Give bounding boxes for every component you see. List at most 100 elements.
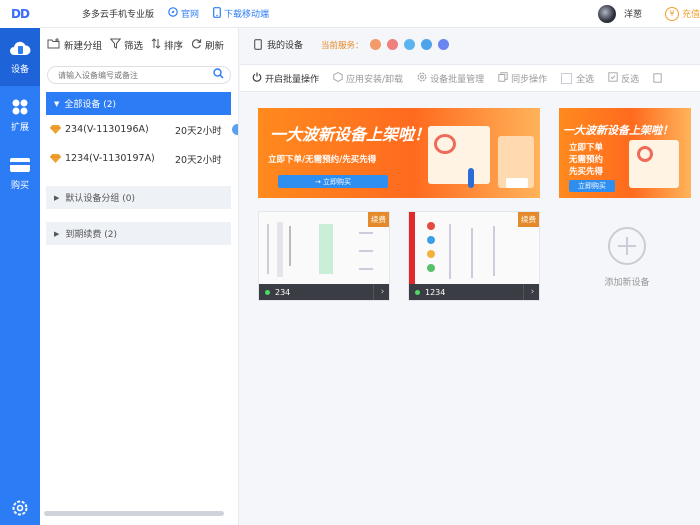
banner-small-headline: 一大波新设备上架啦！ — [563, 124, 673, 137]
invert-selection-button[interactable]: 反选 — [608, 71, 640, 85]
sort-label: 排序 — [164, 41, 184, 52]
sort-icon — [151, 38, 161, 52]
device-search — [47, 66, 231, 84]
promo-banner-small[interactable]: 一大波新设备上架啦！ 立即下单 无需预约 先买先得 立即购买 — [559, 108, 691, 198]
left-nav-rail: DD 设备 扩展 购买 — [0, 0, 40, 525]
checkbox-icon — [561, 72, 573, 84]
my-devices-tab[interactable]: 我的设备 — [254, 38, 303, 51]
service-icon-2[interactable] — [386, 39, 398, 50]
batch-operation-button[interactable]: 开启批量操作 — [252, 72, 319, 85]
nav-buy-label: 购买 — [10, 180, 29, 191]
device-card-footer: 234 › — [259, 284, 389, 300]
sync-operation-button[interactable]: 同步操作 — [498, 71, 547, 85]
panel-toolbar: 新建分组 筛选 排序 刷新 — [40, 28, 238, 62]
download-mobile-link[interactable]: 下载移动端 — [213, 6, 270, 21]
banner-subline: 立即下单/无需预约/先买先得 — [268, 155, 377, 165]
app-install-button[interactable]: 应用安装/卸载 — [333, 71, 403, 85]
promo-banner-wide[interactable]: 一大波新设备上架啦！ 立即下单/无需预约/先买先得 → 立即购买 — [258, 108, 540, 198]
device-remaining-time: 20天2小时 — [175, 154, 222, 166]
user-menu[interactable]: 洋葱 — [597, 4, 642, 23]
card-icon — [9, 156, 31, 174]
device-card[interactable]: 续费 234 › — [258, 211, 390, 301]
cube-icon — [333, 71, 343, 85]
magnifier-illustration — [434, 134, 456, 154]
invert-selection-label: 反选 — [621, 74, 640, 85]
batch-operation-label: 开启批量操作 — [265, 74, 320, 85]
banner-small-line-2: 无需预约 — [569, 155, 604, 165]
chevron-right-icon[interactable]: › — [523, 284, 539, 300]
batch-manage-button[interactable]: 设备批量管理 — [417, 72, 484, 85]
add-device-button[interactable]: 添加新设备 — [597, 227, 657, 288]
device-status-badge — [232, 124, 238, 135]
nav-extend[interactable]: 扩展 — [0, 86, 40, 144]
apps-icon — [9, 98, 31, 116]
group-all-label: 全部设备 (2) — [64, 100, 117, 110]
search-icon[interactable] — [213, 68, 224, 82]
group-expiring-label: 到期续费 (2) — [65, 230, 118, 240]
diamond-icon — [50, 154, 61, 163]
banner-small-buy-button[interactable]: 立即购买 — [569, 180, 615, 192]
invert-icon — [608, 71, 618, 85]
filter-button[interactable]: 筛选 — [109, 38, 144, 52]
online-status-dot — [265, 289, 270, 295]
my-devices-label: 我的设备 — [267, 41, 304, 51]
download-mobile-label: 下载移动端 — [224, 10, 270, 20]
copy-icon — [498, 71, 508, 85]
more-icon[interactable] — [653, 73, 662, 83]
official-site-link[interactable]: 官网 — [168, 7, 199, 20]
add-device-label: 添加新设备 — [604, 278, 650, 288]
renew-badge[interactable]: 续费 — [368, 212, 389, 227]
refresh-icon — [191, 38, 202, 52]
recharge-label: 充值 — [681, 10, 700, 20]
device-card[interactable]: 续费 1234 › — [408, 211, 540, 301]
service-icon-1[interactable] — [369, 39, 381, 50]
device-panel: 新建分组 筛选 排序 刷新 ▼ 全部设备 (2) — [40, 28, 239, 525]
phone-icon — [254, 39, 262, 50]
chevron-right-icon[interactable]: › — [373, 284, 389, 300]
banner-buy-button[interactable]: → 立即购买 — [278, 175, 388, 188]
device-remaining-time: 20天2小时 — [175, 125, 222, 137]
current-service-label: 当前服务： — [321, 40, 364, 51]
service-icon-5[interactable] — [437, 39, 449, 50]
banner-illustration-doc — [428, 126, 490, 184]
plus-icon — [608, 227, 646, 265]
device-name: 234(V-1130196A) — [65, 124, 149, 135]
person-illustration — [468, 168, 474, 188]
refresh-label: 刷新 — [205, 41, 225, 52]
search-input[interactable] — [58, 70, 213, 80]
banner-illustration-box — [506, 178, 528, 188]
horizontal-scrollbar[interactable] — [44, 511, 224, 516]
gear-icon — [417, 72, 427, 85]
nav-devices[interactable]: 设备 — [0, 28, 40, 86]
nav-devices-label: 设备 — [10, 64, 29, 75]
official-site-label: 官网 — [181, 10, 200, 20]
service-icon-3[interactable] — [403, 39, 415, 50]
select-all-checkbox[interactable]: 全选 — [561, 72, 594, 85]
group-default-label: 默认设备分组 (0) — [65, 194, 136, 204]
add-folder-icon — [47, 38, 61, 52]
settings-gear-icon[interactable] — [0, 499, 40, 517]
compass-icon — [168, 7, 178, 20]
filter-label: 筛选 — [124, 41, 144, 52]
power-icon — [252, 72, 262, 85]
sort-button[interactable]: 排序 — [151, 38, 183, 52]
recharge-button[interactable]: ¥ 充值 — [664, 6, 700, 21]
renew-badge[interactable]: 续费 — [518, 212, 539, 227]
device-item[interactable]: 1234(V-1130197A) 20天2小时 — [40, 144, 238, 173]
banner-small-illustration — [629, 140, 679, 188]
magnifier-illustration — [637, 146, 653, 162]
group-expiring[interactable]: ▶ 到期续费 (2) — [46, 222, 231, 245]
new-group-button[interactable]: 新建分组 — [47, 38, 102, 52]
group-default[interactable]: ▶ 默认设备分组 (0) — [46, 186, 231, 209]
group-all-devices[interactable]: ▼ 全部设备 (2) — [46, 92, 231, 115]
top-bar: 多多云手机专业版 官网 下载移动端 洋葱 ¥ 充值 — [40, 0, 700, 28]
nav-buy[interactable]: 购买 — [0, 144, 40, 202]
coin-icon: ¥ — [664, 6, 679, 21]
batch-manage-label: 设备批量管理 — [430, 74, 485, 85]
select-all-label: 全选 — [576, 74, 595, 85]
service-icon-4[interactable] — [420, 39, 432, 50]
device-item[interactable]: 234(V-1130196A) 20天2小时 — [40, 115, 238, 144]
refresh-button[interactable]: 刷新 — [191, 38, 224, 52]
avatar — [597, 4, 616, 23]
caret-right-icon: ▶ — [54, 229, 60, 238]
